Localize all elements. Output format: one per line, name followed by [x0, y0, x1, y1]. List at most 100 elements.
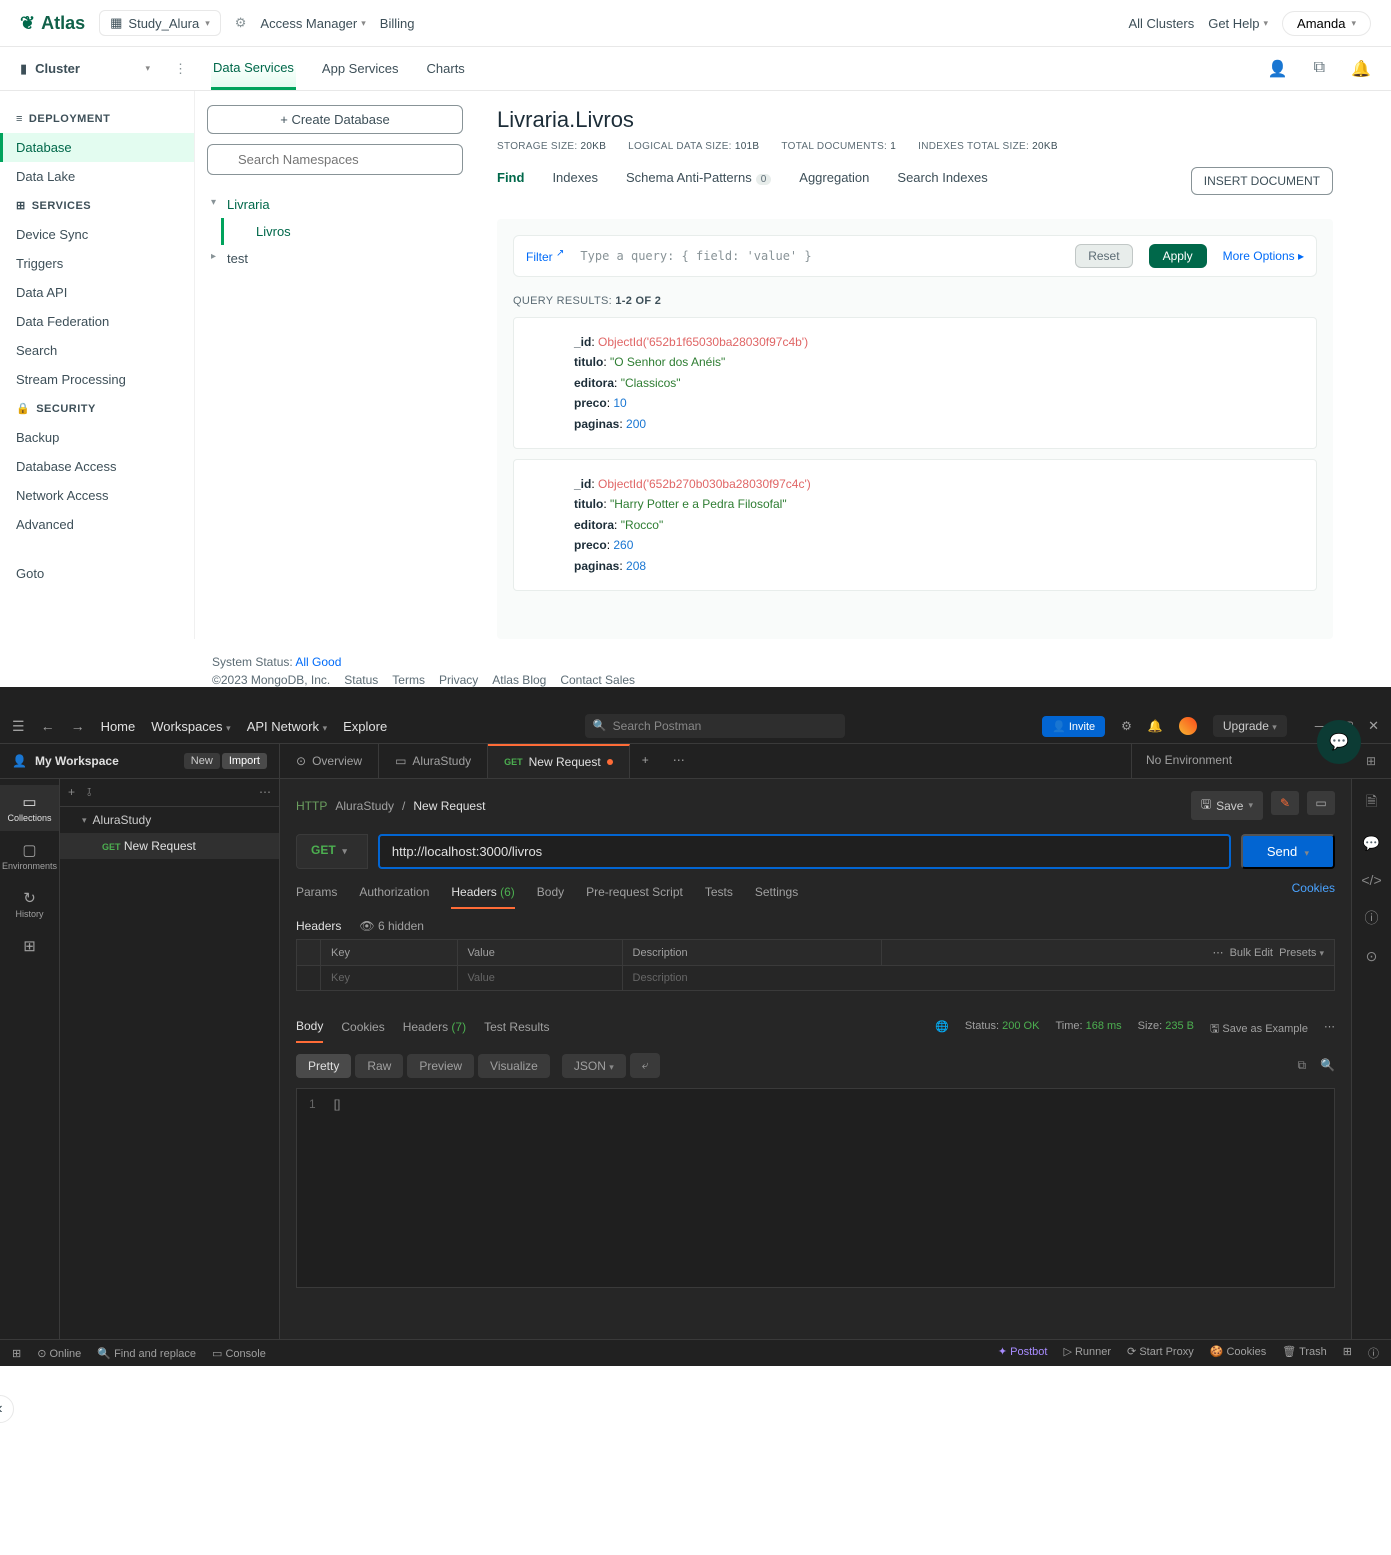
billing-link[interactable]: Billing: [380, 16, 415, 31]
bell-icon[interactable]: 🔔: [1148, 719, 1163, 733]
tab-data-services[interactable]: Data Services: [211, 48, 296, 90]
online-status[interactable]: ⊙ Online: [37, 1347, 81, 1360]
tab-tests[interactable]: Tests: [705, 881, 733, 909]
all-clusters-link[interactable]: All Clusters: [1128, 16, 1194, 31]
home-link[interactable]: Home: [101, 719, 136, 734]
menu-icon[interactable]: ☰: [12, 718, 25, 735]
view-preview[interactable]: Preview: [407, 1054, 474, 1078]
tab-schema[interactable]: Schema Anti-Patterns0: [626, 166, 771, 195]
sidebar-goto[interactable]: Goto: [0, 559, 194, 588]
apply-button[interactable]: Apply: [1149, 244, 1207, 268]
postman-search[interactable]: Search Postman: [585, 714, 845, 738]
resp-tab-tests[interactable]: Test Results: [484, 1016, 549, 1042]
document-card[interactable]: _id: ObjectId('652b1f65030ba28030f97c4b'…: [513, 317, 1317, 449]
add-tab-button[interactable]: +: [630, 744, 661, 778]
tab-settings[interactable]: Settings: [755, 881, 798, 909]
sidebar-data-api[interactable]: Data API: [0, 278, 194, 307]
status-link[interactable]: All Good: [295, 655, 341, 669]
related-icon[interactable]: ⊙: [1366, 948, 1378, 965]
tab-auth[interactable]: Authorization: [359, 881, 429, 909]
activity-icon[interactable]: ⧉: [1314, 59, 1325, 79]
sidebar-net-access[interactable]: Network Access: [0, 481, 194, 510]
breadcrumb-ws[interactable]: AluraStudy: [335, 799, 394, 813]
tab-new-request[interactable]: GETNew Request: [488, 744, 630, 778]
invite-button[interactable]: 👤 Invite: [1042, 716, 1105, 737]
copy-icon[interactable]: ⧉: [1297, 1058, 1306, 1073]
edit-icon[interactable]: ✎: [1271, 791, 1299, 815]
tab-search-indexes[interactable]: Search Indexes: [897, 166, 987, 195]
send-button[interactable]: Send ▾: [1241, 834, 1335, 869]
find-replace[interactable]: 🔍 Find and replace: [97, 1347, 196, 1360]
new-button[interactable]: New: [184, 753, 220, 769]
user-menu[interactable]: Amanda▾: [1282, 11, 1371, 36]
info-icon[interactable]: ⓘ: [1365, 908, 1379, 928]
sidebar-data-federation[interactable]: Data Federation: [0, 307, 194, 336]
trash-link[interactable]: 🗑 Trash: [1282, 1345, 1327, 1361]
console-link[interactable]: ▭ Console: [212, 1347, 266, 1360]
comment-icon[interactable]: ▭: [1307, 791, 1335, 815]
hidden-toggle[interactable]: 👁 6 hidden: [359, 919, 424, 933]
comment-icon[interactable]: 💬: [1363, 835, 1380, 852]
tab-find[interactable]: Find: [497, 166, 524, 195]
sidebar-db-access[interactable]: Database Access: [0, 452, 194, 481]
desc-input[interactable]: Description: [622, 966, 1334, 991]
add-icon[interactable]: +: [68, 785, 75, 800]
table-row[interactable]: Key Value Description: [297, 966, 1335, 991]
cookies-link[interactable]: Cookies: [1292, 881, 1335, 909]
tab-body[interactable]: Body: [537, 881, 564, 909]
api-network-link[interactable]: API Network ▾: [247, 719, 327, 734]
view-visualize[interactable]: Visualize: [478, 1054, 550, 1078]
rail-environments[interactable]: ▢Environments: [0, 833, 59, 879]
project-selector[interactable]: ▦ Study_Alura ▾: [99, 10, 221, 36]
more-options-link[interactable]: More Options ▸: [1223, 249, 1304, 263]
document-card[interactable]: _id: ObjectId('652b270b030ba28030f97c4c'…: [513, 459, 1317, 591]
sidebar-advanced[interactable]: Advanced: [0, 510, 194, 539]
search-namespaces-input[interactable]: [207, 144, 463, 175]
globe-icon[interactable]: 🌐: [935, 1020, 949, 1039]
forward-icon[interactable]: →: [71, 718, 85, 734]
tab-charts[interactable]: Charts: [425, 49, 467, 88]
workspace-selector[interactable]: 👤 My Workspace New Import: [0, 744, 280, 778]
search-icon[interactable]: 🔍: [1320, 1058, 1335, 1073]
coll-livros[interactable]: Livros: [221, 218, 463, 245]
import-button[interactable]: Import: [222, 753, 267, 769]
more-icon[interactable]: ⋯: [259, 785, 271, 800]
code-icon[interactable]: </>: [1361, 872, 1381, 888]
key-input[interactable]: Key: [321, 966, 458, 991]
proxy-link[interactable]: ⟳ Start Proxy: [1127, 1345, 1194, 1361]
sidebar-search[interactable]: Search: [0, 336, 194, 365]
cluster-selector[interactable]: ▮ Cluster ▾: [20, 61, 150, 77]
invite-icon[interactable]: 👤: [1268, 59, 1288, 79]
explore-link[interactable]: Explore: [343, 719, 387, 734]
tab-alurastudy[interactable]: ▭AluraStudy: [379, 744, 488, 778]
upgrade-button[interactable]: Upgrade ▾: [1213, 715, 1287, 737]
db-test[interactable]: test: [207, 245, 463, 272]
more-icon[interactable]: ⋯: [1324, 1020, 1335, 1039]
tab-overview[interactable]: ⊙Overview: [280, 744, 379, 778]
presets-link[interactable]: Presets: [1279, 947, 1316, 959]
filter-link[interactable]: Filter ↗: [526, 248, 564, 264]
sidebar-datalake[interactable]: Data Lake: [0, 162, 194, 191]
resp-tab-body[interactable]: Body: [296, 1015, 323, 1043]
rail-more[interactable]: ⊞: [0, 929, 59, 965]
more-icon[interactable]: ⋮: [174, 61, 187, 77]
insert-document-button[interactable]: INSERT DOCUMENT: [1191, 167, 1333, 195]
runner-link[interactable]: ▷ Runner: [1063, 1345, 1111, 1361]
gear-icon[interactable]: ⚙: [1121, 719, 1132, 733]
filter-icon[interactable]: ⫱: [87, 785, 91, 800]
sidebar-toggle-icon[interactable]: ⊞: [12, 1347, 21, 1360]
rail-collections[interactable]: ▭Collections: [0, 785, 59, 831]
resp-tab-headers[interactable]: Headers (7): [403, 1016, 466, 1042]
tab-aggregation[interactable]: Aggregation: [799, 166, 869, 195]
layout-icon[interactable]: ⊞: [1343, 1345, 1352, 1361]
footer-status[interactable]: Status: [344, 673, 378, 687]
back-button[interactable]: ‹: [0, 1395, 14, 1423]
docs-icon[interactable]: 🗎: [1366, 791, 1377, 815]
footer-contact[interactable]: Contact Sales: [560, 673, 635, 687]
save-example-link[interactable]: 🖫 Save as Example: [1210, 1020, 1308, 1039]
footer-privacy[interactable]: Privacy: [439, 673, 478, 687]
create-database-button[interactable]: + Create Database: [207, 105, 463, 134]
bulk-edit-link[interactable]: Bulk Edit: [1230, 947, 1273, 959]
workspaces-link[interactable]: Workspaces ▾: [151, 719, 230, 734]
tab-headers[interactable]: Headers (6): [451, 881, 514, 909]
